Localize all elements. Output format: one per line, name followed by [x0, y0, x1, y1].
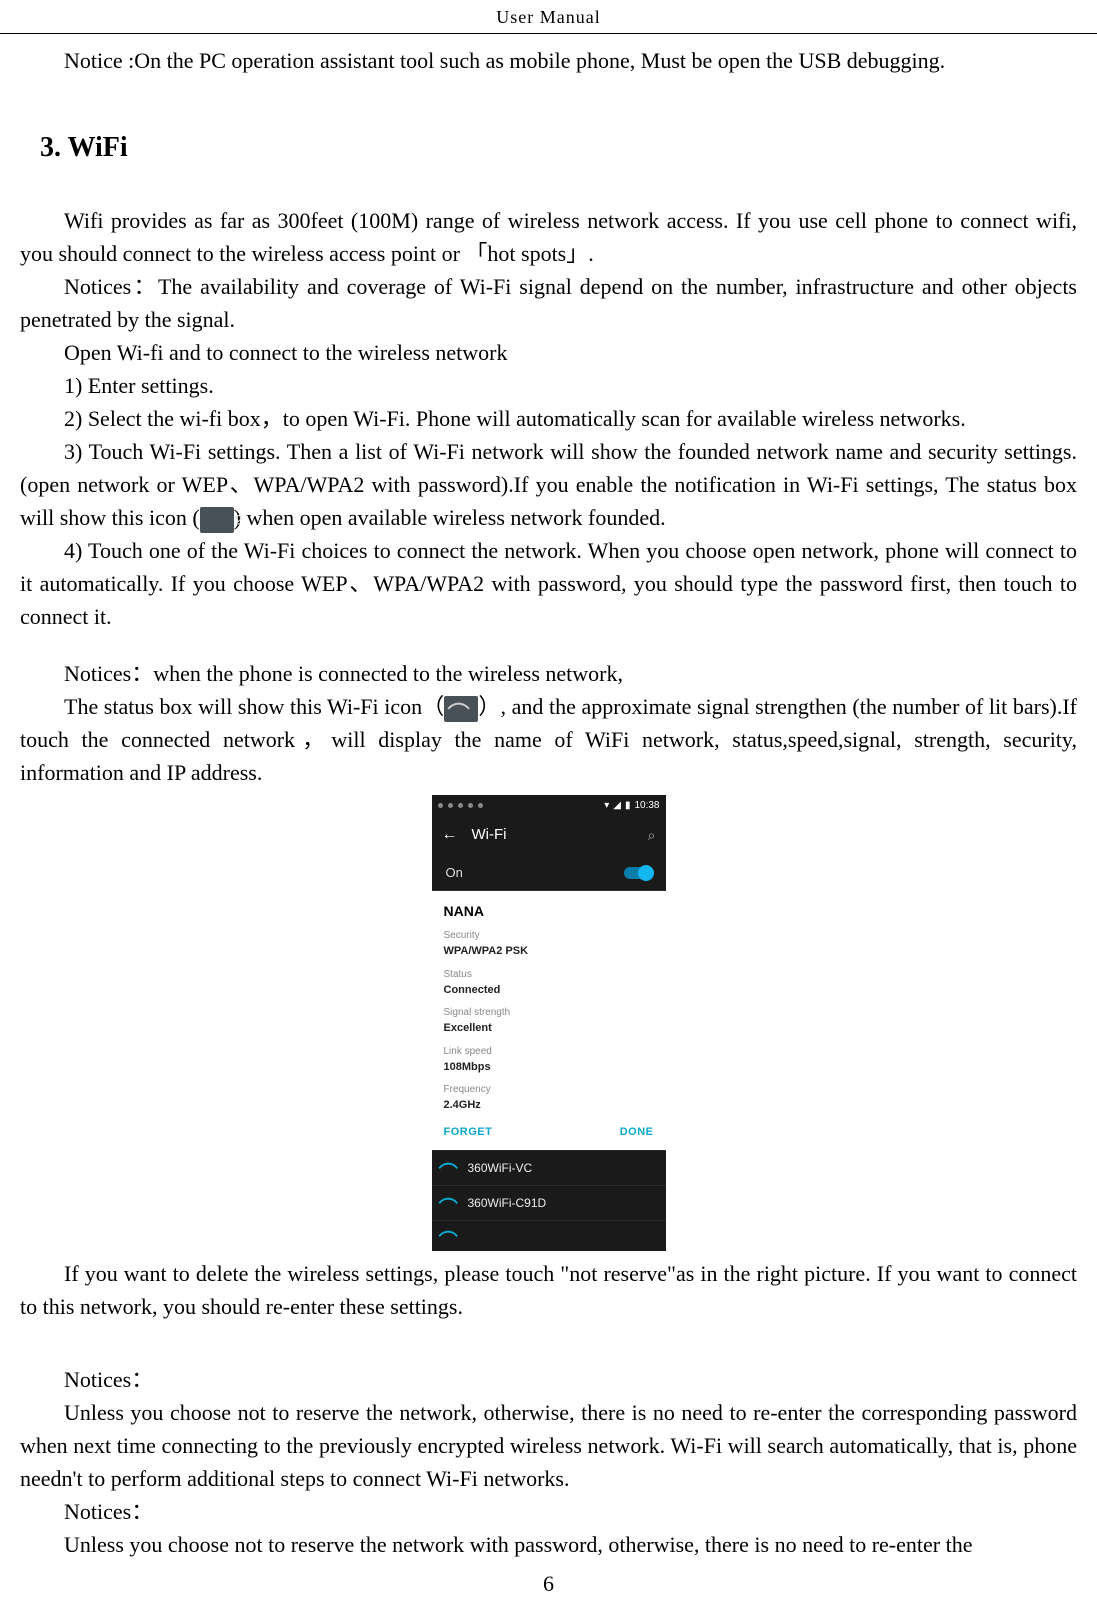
paragraph-3: Open Wi-fi and to connect to the wireles… [20, 336, 1077, 369]
paragraph-10: If you want to delete the wireless setti… [20, 1257, 1077, 1323]
paragraph-11: Unless you choose not to reserve the net… [20, 1396, 1077, 1495]
wifi-unknown-icon [200, 507, 234, 533]
wifi-details-dialog: NANA Security WPA/WPA2 PSK Status Connec… [432, 891, 666, 1150]
notices-label-1: Notices： [20, 1363, 1077, 1396]
section-title: 3. WiFi [40, 127, 1077, 169]
wifi-screen-header: ← Wi-Fi ⌕ [432, 815, 666, 855]
dialog-security-row: Security WPA/WPA2 PSK [444, 928, 654, 960]
page-number: 6 [0, 1567, 1097, 1600]
dialog-actions: FORGET DONE [444, 1124, 654, 1141]
paragraph-7: 4) Touch one of the Wi-Fi choices to con… [20, 534, 1077, 633]
phone-screenshot: ▾ ◢ ▮ 10:38 ← Wi-Fi ⌕ On NANA Security W… [20, 795, 1077, 1251]
status-dot-icon [468, 803, 473, 808]
paragraph-6: 3) Touch Wi-Fi settings. Then a list of … [20, 435, 1077, 534]
wifi-network-item[interactable] [432, 1220, 666, 1251]
security-value: WPA/WPA2 PSK [444, 943, 654, 960]
status-value: Connected [444, 982, 654, 999]
search-icon[interactable]: ⌕ [648, 825, 656, 846]
wifi-network-item[interactable]: 360WiFi-C91D [432, 1185, 666, 1220]
dialog-freq-row: Frequency 2.4GHz [444, 1082, 654, 1114]
phone-frame: ▾ ◢ ▮ 10:38 ← Wi-Fi ⌕ On NANA Security W… [432, 795, 666, 1251]
notices-label-2: Notices： [20, 1495, 1077, 1528]
status-dot-icon [458, 803, 463, 808]
paragraph-4: 1) Enter settings. [20, 369, 1077, 402]
statusbar-right: ▾ ◢ ▮ 10:38 [604, 798, 659, 813]
header-title: User Manual [496, 7, 600, 27]
paragraph-5: 2) Select the wi-fi box，to open Wi-Fi. P… [20, 402, 1077, 435]
wifi-toggle-row: On [432, 855, 666, 891]
status-dot-icon [438, 803, 443, 808]
paragraph-9: The status box will show this Wi-Fi icon… [20, 690, 1077, 789]
status-dot-icon [478, 803, 483, 808]
wifi-network-item[interactable]: 360WiFi-VC [432, 1150, 666, 1185]
status-dot-icon [448, 803, 453, 808]
wifi-signal-icon [444, 1161, 458, 1175]
statusbar-time: 10:38 [634, 798, 659, 813]
phone-statusbar: ▾ ◢ ▮ 10:38 [432, 795, 666, 815]
wifi-toggle[interactable] [624, 867, 652, 879]
paragraph-9a: The status box will show this Wi-Fi icon… [64, 694, 444, 719]
signal-label: Signal strength [444, 1005, 654, 1020]
wifi-icon [444, 696, 478, 722]
wifi-status-icon: ▾ [604, 798, 609, 813]
battery-icon: ▮ [625, 798, 631, 813]
dialog-status-row: Status Connected [444, 967, 654, 999]
dialog-speed-row: Link speed 108Mbps [444, 1044, 654, 1076]
wifi-signal-icon [444, 1196, 458, 1210]
security-label: Security [444, 928, 654, 943]
wifi-on-label: On [446, 863, 463, 883]
signal-icon: ◢ [613, 798, 621, 813]
wifi-signal-icon [444, 1229, 458, 1243]
wifi-network-name: 360WiFi-VC [468, 1159, 533, 1177]
paragraph-1: Wifi provides as far as 300feet (100M) r… [20, 204, 1077, 270]
back-arrow-icon[interactable]: ← [442, 823, 458, 847]
done-button[interactable]: DONE [620, 1124, 654, 1141]
dialog-ssid: NANA [444, 901, 654, 922]
status-label: Status [444, 967, 654, 982]
forget-button[interactable]: FORGET [444, 1124, 493, 1141]
notice-top: Notice :On the PC operation assistant to… [20, 44, 1077, 77]
page-header: User Manual [0, 0, 1097, 34]
speed-value: 108Mbps [444, 1059, 654, 1076]
paragraph-8: Notices：when the phone is connected to t… [20, 657, 1077, 690]
page-content: Notice :On the PC operation assistant to… [0, 34, 1097, 1561]
signal-value: Excellent [444, 1020, 654, 1037]
dialog-signal-row: Signal strength Excellent [444, 1005, 654, 1037]
paragraph-2: Notices：The availability and coverage of… [20, 270, 1077, 336]
paragraph-6b: ) when open available wireless network f… [234, 505, 666, 530]
freq-label: Frequency [444, 1082, 654, 1097]
wifi-screen-title: Wi-Fi [472, 824, 634, 847]
wifi-network-name: 360WiFi-C91D [468, 1194, 547, 1212]
paragraph-12: Unless you choose not to reserve the net… [20, 1528, 1077, 1561]
statusbar-left [438, 803, 483, 808]
freq-value: 2.4GHz [444, 1097, 654, 1114]
speed-label: Link speed [444, 1044, 654, 1059]
